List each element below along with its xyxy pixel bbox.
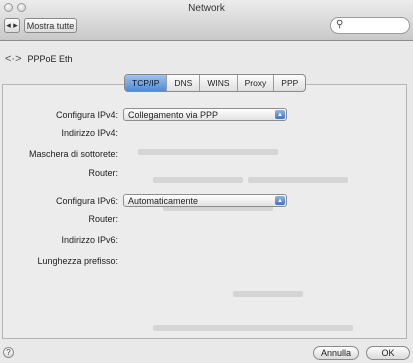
ipv4-configure-value: Collegamento via PPP — [128, 109, 219, 120]
ipv6-address-label: Indirizzo IPv6: — [61, 235, 118, 245]
ipv6-configure-select[interactable]: Automaticamente ▲ — [123, 194, 287, 207]
subnet-mask-label: Maschera di sottorete: — [28, 149, 118, 159]
ipv4-address-label: Indirizzo IPv4: — [61, 128, 118, 138]
cancel-button[interactable]: Annulla — [313, 346, 359, 360]
arrows-icon: <·> — [5, 53, 22, 65]
settings-panel — [2, 84, 407, 339]
ipv4-configure-label: Configura IPv4: — [55, 110, 118, 120]
show-all-button[interactable]: Mostra tutte — [24, 18, 77, 33]
popup-arrows-icon: ▲ — [275, 110, 285, 119]
ipv6-configure-label: Configura IPv6: — [55, 196, 118, 206]
ok-button[interactable]: OK — [366, 346, 410, 360]
service-header: <·> PPPoE Eth — [5, 53, 73, 65]
title-bar: Network ◂ ▸ Mostra tutte ⚲ — [0, 0, 413, 41]
ipv6-configure-value: Automaticamente — [128, 195, 199, 206]
ipv4-configure-select[interactable]: Collegamento via PPP ▲ — [123, 108, 287, 121]
tab-proxy[interactable]: Proxy — [236, 75, 274, 91]
search-icon: ⚲ — [336, 19, 344, 30]
tab-tcpip[interactable]: TCP/IP — [125, 75, 167, 91]
nav-arrows-button[interactable]: ◂ ▸ — [4, 18, 20, 33]
service-name: PPPoE Eth — [27, 54, 73, 64]
tab-wins[interactable]: WINS — [199, 75, 236, 91]
ipv6-router-label: Router: — [88, 214, 118, 224]
popup-arrows-icon: ▲ — [275, 196, 285, 205]
tab-bar: TCP/IP DNS WINS Proxy PPP — [124, 74, 307, 92]
ipv4-router-label: Router: — [88, 168, 118, 178]
tab-dns[interactable]: DNS — [166, 75, 199, 91]
prefix-length-label: Lunghezza prefisso: — [37, 256, 118, 266]
help-button[interactable]: ? — [3, 347, 14, 358]
search-field[interactable]: ⚲ — [330, 17, 410, 34]
tab-ppp[interactable]: PPP — [273, 75, 305, 91]
window-title: Network — [188, 3, 225, 14]
